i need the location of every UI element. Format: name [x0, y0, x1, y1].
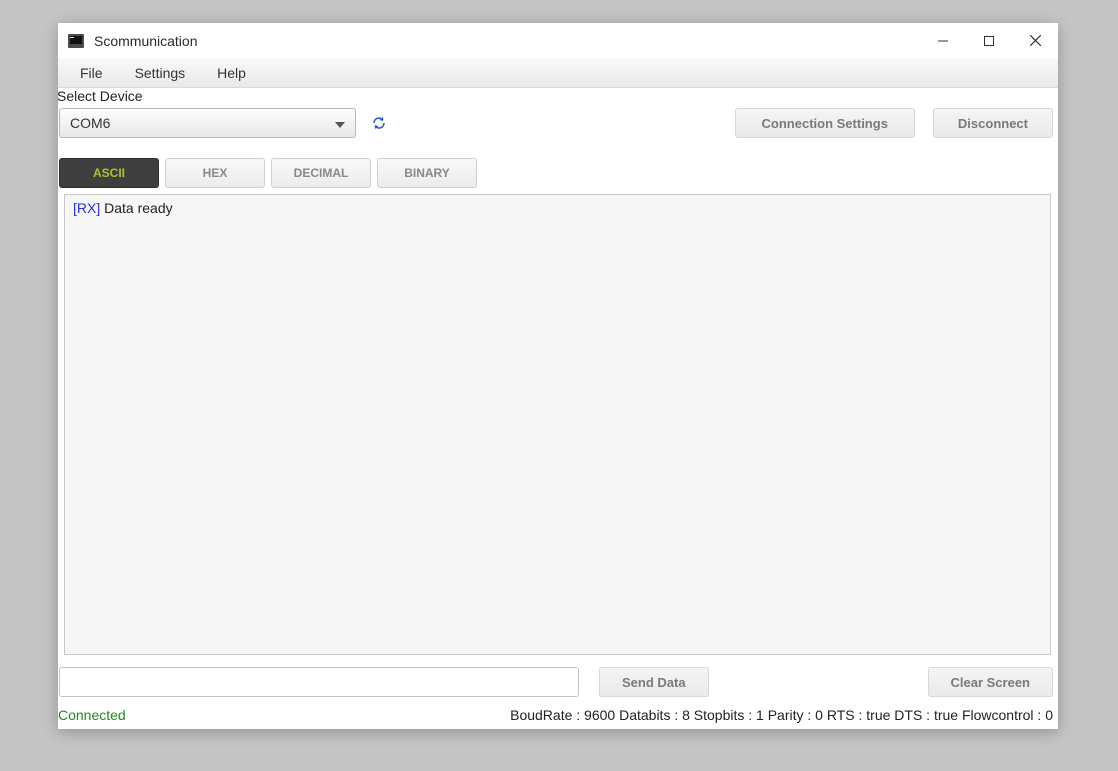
titlebar: Scommunication — [58, 23, 1058, 58]
status-info: BoudRate : 9600 Databits : 8 Stopbits : … — [510, 707, 1053, 723]
device-combobox[interactable]: COM6 — [59, 108, 356, 138]
menu-file[interactable]: File — [72, 61, 111, 85]
tab-decimal-label: DECIMAL — [294, 166, 349, 180]
status-connected: Connected — [58, 707, 126, 723]
view-tabs: ASCII HEX DECIMAL BINARY — [59, 158, 1057, 188]
connection-settings-button[interactable]: Connection Settings — [735, 108, 915, 138]
tab-hex-label: HEX — [203, 166, 228, 180]
tab-ascii-label: ASCII — [93, 166, 125, 180]
menubar: File Settings Help — [58, 58, 1058, 88]
send-data-label: Send Data — [622, 675, 686, 690]
close-button[interactable] — [1012, 23, 1058, 58]
send-data-button[interactable]: Send Data — [599, 667, 709, 697]
clear-screen-button[interactable]: Clear Screen — [928, 667, 1054, 697]
tab-binary[interactable]: BINARY — [377, 158, 477, 188]
content-area: Select Device COM6 Connection Settings — [58, 88, 1058, 729]
terminal-output[interactable]: [RX] Data ready — [64, 194, 1051, 655]
maximize-button[interactable] — [966, 23, 1012, 58]
rx-tag: [RX] — [73, 200, 100, 216]
disconnect-button[interactable]: Disconnect — [933, 108, 1053, 138]
app-title: Scommunication — [94, 33, 198, 49]
tab-decimal[interactable]: DECIMAL — [271, 158, 371, 188]
rx-message: Data ready — [104, 200, 172, 216]
chevron-down-icon — [335, 115, 345, 131]
clear-screen-label: Clear Screen — [951, 675, 1031, 690]
app-window: Scommunication File Settings Help Select… — [58, 23, 1058, 729]
device-combobox-value: COM6 — [70, 115, 110, 131]
refresh-button[interactable] — [370, 114, 388, 132]
connection-settings-label: Connection Settings — [762, 116, 888, 131]
window-controls — [920, 23, 1058, 58]
select-device-label: Select Device — [57, 88, 1057, 104]
tab-hex[interactable]: HEX — [165, 158, 265, 188]
send-input[interactable] — [59, 667, 579, 697]
tab-binary-label: BINARY — [404, 166, 450, 180]
tab-ascii[interactable]: ASCII — [59, 158, 159, 188]
app-icon — [68, 34, 84, 48]
send-row: Send Data Clear Screen — [58, 655, 1057, 697]
menu-settings[interactable]: Settings — [127, 61, 194, 85]
menu-help[interactable]: Help — [209, 61, 254, 85]
disconnect-label: Disconnect — [958, 116, 1028, 131]
status-bar: Connected BoudRate : 9600 Databits : 8 S… — [58, 697, 1057, 729]
minimize-button[interactable] — [920, 23, 966, 58]
